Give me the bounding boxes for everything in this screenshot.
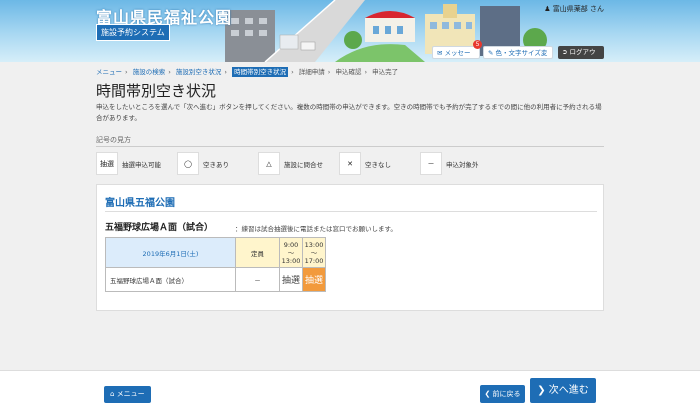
availability-table: 2019年6月1日(土) 定員 9:00 ～ 13:00 13:00 ～ 17:… — [105, 237, 326, 292]
page-title: 時間帯別空き状況 — [96, 82, 217, 100]
breadcrumb-menu[interactable]: メニュー — [96, 68, 122, 76]
court-note: ：練習は試合抽選後に電話または窓口でお願いします。 — [235, 225, 397, 233]
legend-title: 記号の見方 — [96, 136, 131, 144]
logout-icon: ➲ — [562, 48, 568, 56]
divider — [96, 146, 604, 147]
capacity-value: － — [235, 267, 280, 292]
legend-item-full: ✕ 空きなし — [339, 151, 391, 176]
system-label: 施設予約システム — [96, 24, 170, 41]
back-button[interactable]: ❮ 前に戻る — [480, 385, 525, 403]
divider — [105, 211, 597, 212]
chevron-right-icon: ❯ — [537, 385, 546, 396]
breadcrumb-detail: 詳細申請 — [298, 68, 325, 76]
breadcrumb: メニュー › 施設の検索 › 施設別空き状況 › 時間帯別空き状況 › 詳細申請 › 申込… — [96, 67, 399, 77]
legend-item-inquire: △ 施設に問合せ — [258, 151, 323, 176]
message-button[interactable]: ✉ メッセージ — [432, 46, 480, 59]
user-info: ♟ 富山県薬部 さん — [544, 4, 604, 14]
availability-card: 富山県五福公園 五福野球広場Ａ面（試合） ：練習は試合抽選後に電話または窓口でお… — [96, 184, 604, 311]
capacity-header: 定員 — [235, 237, 280, 268]
legend-item-available: ◯ 空きあり — [177, 151, 229, 176]
next-button[interactable]: ❯ 次へ進む — [530, 378, 596, 403]
row-facility-name: 五福野球広場Ａ面（試合） — [105, 267, 236, 292]
legend: 抽選 抽選申込可能 ◯ 空きあり △ 施設に問合せ ✕ 空きなし － 申込対象外 — [96, 151, 604, 176]
page-description: 申込をしたいところを選んで「次へ進む」ボタンを押してください。複数の時間帯の申込… — [96, 103, 602, 122]
cross-icon: ✕ — [339, 152, 361, 175]
message-count-badge: 5 — [473, 40, 482, 49]
legend-item-not-applicable: － 申込対象外 — [420, 151, 479, 176]
breadcrumb-complete: 申込完了 — [372, 68, 399, 76]
home-icon: ⌂ — [110, 390, 115, 398]
color-size-button[interactable]: ✎ 色・文字サイズ変更 — [483, 46, 553, 59]
user-icon: ♟ — [544, 5, 551, 13]
circle-icon: ◯ — [177, 152, 199, 175]
pencil-icon: ✎ — [488, 49, 494, 57]
speech-bubble-icon: ✉ — [437, 49, 443, 57]
table-header-row: 2019年6月1日(土) 定員 9:00 ～ 13:00 13:00 ～ 17:… — [105, 237, 326, 268]
slot-cell-lottery-selected[interactable]: 抽選 — [302, 267, 326, 292]
date-cell: 2019年6月1日(土) — [105, 237, 236, 268]
time-slot-header: 9:00 ～ 13:00 — [279, 237, 303, 268]
slot-cell-lottery[interactable]: 抽選 — [279, 267, 303, 292]
footer-bar: ⌂ メニュー ❮ 前に戻る ❯ 次へ進む — [0, 370, 700, 410]
menu-button[interactable]: ⌂ メニュー — [104, 386, 151, 403]
legend-item-lottery: 抽選 抽選申込可能 — [96, 151, 161, 176]
dash-icon: － — [420, 152, 442, 175]
facility-name: 富山県五福公園 — [105, 198, 175, 209]
breadcrumb-current: 時間帯別空き状況 — [232, 67, 289, 77]
breadcrumb-confirm: 申込確認 — [335, 68, 362, 76]
table-row: 五福野球広場Ａ面（試合） － 抽選 抽選 — [105, 267, 326, 292]
court-name: 五福野球広場Ａ面（試合） — [105, 223, 214, 233]
lottery-icon: 抽選 — [96, 152, 118, 175]
triangle-icon: △ — [258, 152, 280, 175]
breadcrumb-facility-search[interactable]: 施設の検索 — [133, 68, 166, 76]
breadcrumb-facility-availability[interactable]: 施設別空き状況 — [176, 68, 222, 76]
chevron-left-icon: ❮ — [484, 390, 491, 398]
time-slot-header: 13:00 ～ 17:00 — [302, 237, 326, 268]
user-name: 富山県薬部 さん — [552, 5, 604, 13]
site-header: 富山県民福祉公園 施設予約システム ♟ 富山県薬部 さん ✉ メッセージ 5 ✎… — [0, 0, 700, 62]
logout-button[interactable]: ➲ ログアウト — [558, 46, 604, 62]
